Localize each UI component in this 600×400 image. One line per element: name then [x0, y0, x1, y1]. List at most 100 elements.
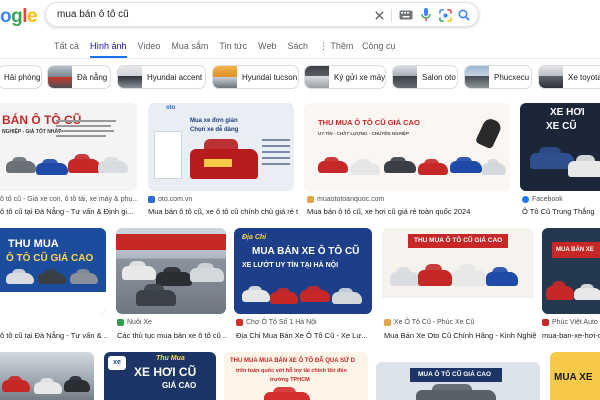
result-image[interactable]: BÁN Ô TÔ CŨ NGHIỆP - GIÁ TỐT NHẤT [0, 103, 137, 191]
result-source[interactable]: Phúc Việt Auto [542, 319, 598, 326]
result-title[interactable]: Địa Chỉ Mua Bán Xe Ô Tô Cũ - Xe Lư... [236, 331, 372, 340]
result-source[interactable]: Nuôi Xe [117, 319, 152, 326]
banner-text: XE HƠI [550, 107, 585, 118]
result-image[interactable]: MUA XE [550, 352, 600, 400]
result-image[interactable] [116, 228, 226, 314]
brand-logo-strip [382, 298, 534, 314]
chip-salon-oto[interactable]: Salon oto [392, 65, 458, 89]
microphone-icon[interactable] [418, 7, 434, 23]
result-image[interactable] [0, 352, 94, 400]
car-graphic [416, 383, 496, 400]
car-graphic [122, 261, 156, 280]
chip-thumbnail [539, 66, 563, 88]
clear-icon[interactable] [371, 7, 387, 23]
chip-hyundai-tucson[interactable]: Hyundai tucson [212, 65, 299, 89]
tools-button[interactable]: Công cụ [362, 40, 396, 52]
result-image[interactable]: MUA BÁN XE [542, 228, 600, 314]
logo-letter: e [27, 6, 38, 27]
banner-text: THU MUA MUA BÁN XE Ô TÔ ĐÃ QUA SỬ D [230, 358, 355, 364]
chip-thumbnail [393, 66, 417, 88]
logo-letter: o [0, 6, 12, 27]
car-graphic [350, 158, 380, 175]
chip-phucxecu[interactable]: Phucxecu [464, 65, 532, 89]
car-graphic [452, 264, 486, 286]
result-title[interactable]: ô tô cũ tại Đà Nẵng - Tư vấn & Định gi..… [0, 207, 137, 216]
car-graphic [242, 285, 270, 302]
source-name: Facebook [532, 196, 563, 203]
xe-logo: xe [108, 356, 126, 370]
result-title[interactable]: Ô Tô Cũ Trung Thắng [522, 207, 600, 216]
car-graphic [384, 156, 416, 173]
tab-images[interactable]: Hình ảnh [90, 40, 127, 58]
result-title[interactable]: Các thủ tục mua bán xe ô tô cũ ... [117, 331, 227, 340]
result-image[interactable]: THU MUA Ô TÔ CŨ GIÁ CAO UY TÍN - CHẤT LƯ… [304, 103, 510, 191]
tab-more[interactable]: ⋮ Thêm [319, 40, 353, 58]
result-source[interactable]: ô tô cũ - Giá xe con, ô tô tải, xe máy &… [0, 196, 138, 203]
result-source[interactable]: Xe Ô Tô Cũ - Phúc Xe Cũ [384, 319, 474, 326]
lens-icon[interactable] [437, 7, 453, 23]
chip-label: Phucxecu [494, 72, 530, 82]
tab-news[interactable]: Tin tức [219, 40, 247, 58]
search-box[interactable]: mua bán ô tô cũ [45, 2, 479, 27]
tab-video[interactable]: Video [138, 40, 161, 58]
chip-hai-phong[interactable]: Hải phòng [0, 65, 42, 89]
banner-text: Thu Mua [156, 355, 185, 362]
chip-thumbnail [48, 66, 72, 88]
result-title[interactable]: Mua Bán Xe Oto Cũ Chính Hãng - Kinh Nghi… [384, 331, 536, 340]
chip-label: Salon oto [422, 72, 456, 82]
result-image[interactable]: THU MUA Ô TÔ CŨ GIÁ CAO [382, 228, 534, 314]
result-image[interactable]: XE HƠI XE CŨ [520, 103, 600, 191]
tab-books[interactable]: Sách [287, 40, 308, 58]
facebook-icon [522, 196, 529, 203]
keyboard-icon[interactable] [398, 7, 414, 23]
chip-thumbnail [305, 66, 329, 88]
car-graphic [190, 263, 224, 282]
car-graphic [64, 375, 90, 392]
result-image[interactable]: THU MUA Ô TÔ CŨ GIÁ CAO [0, 228, 106, 314]
source-name: Phúc Việt Auto [552, 319, 598, 326]
banner-text: MUA Ô TÔ CŨ GIÁ CAO [418, 371, 492, 378]
banner-text: THU MUA Ô TÔ CŨ GIÁ CAO [414, 237, 503, 244]
car-graphic [418, 264, 452, 286]
result-source[interactable]: muaototoanquoc.com [307, 196, 384, 203]
car-graphic [390, 267, 420, 286]
result-title[interactable]: mua-ban-xe-hơi-cũ [542, 331, 600, 340]
result-source[interactable]: Facebook [522, 196, 563, 203]
banner-text: THU MUA [8, 238, 59, 250]
result-source[interactable]: oto.com.vn [148, 196, 192, 203]
tab-shopping[interactable]: Mua sắm [171, 40, 208, 58]
brand-logo-strip [0, 292, 106, 314]
result-image[interactable]: oto Mua xe đơn giản Chọn xe dễ dàng [148, 103, 294, 191]
source-name: oto.com.vn [158, 196, 193, 203]
tab-all[interactable]: Tất cả [54, 40, 79, 58]
result-title[interactable]: Mua bán ô tô cũ, xe hơi cũ giá rẻ toàn q… [307, 207, 507, 216]
chip-hyundai-accent[interactable]: Hyundai accent [117, 65, 206, 89]
source-favicon [117, 319, 124, 326]
chip-xe-toyota[interactable]: Xe toyota [538, 65, 600, 89]
chip-label: Hyundai tucson [242, 72, 298, 82]
source-favicon [384, 319, 391, 326]
banner-text: GIÁ CAO [162, 381, 197, 390]
car-graphic [6, 156, 36, 173]
chip-label: Ký gửi xe máy [334, 72, 386, 82]
search-input[interactable]: mua bán ô tô cũ [57, 9, 129, 20]
chip-da-nang[interactable]: Đà nẵng [47, 65, 111, 89]
car-graphic [574, 283, 600, 300]
result-image[interactable]: xe Thu Mua XE HƠI CŨ GIÁ CAO [104, 352, 216, 400]
result-image[interactable]: THU MUA MUA BÁN XE Ô TÔ ĐÃ QUA SỬ D trên… [224, 352, 368, 400]
tab-web[interactable]: Web [258, 40, 276, 58]
search-tabs: Tất cả Hình ảnh Video Mua sắm Tin tức We… [54, 40, 364, 58]
result-title[interactable]: Mua bán ô tô cũ, xe ô tô cũ chính chủ gi… [148, 207, 298, 216]
banner-text: XE HƠI CŨ [134, 365, 197, 379]
google-logo[interactable]: ogle [0, 6, 38, 27]
source-name: Nuôi Xe [127, 319, 152, 326]
result-image[interactable]: Địa Chỉ MUA BÁN XE Ô TÔ CŨ XE LƯỚT UY TÍ… [234, 228, 372, 314]
source-name: Chợ Ô Tô Số 1 Hà Nội [246, 319, 317, 326]
search-icon[interactable] [456, 7, 472, 23]
chip-label: Hyundai accent [147, 72, 203, 82]
chip-ky-gui-xe-may[interactable]: Ký gửi xe máy [304, 65, 386, 89]
source-favicon [148, 196, 155, 203]
result-title[interactable]: ô tô cũ tại Đà Nẵng - Tư vấn & ... [0, 331, 108, 340]
result-source[interactable]: Chợ Ô Tô Số 1 Hà Nội [236, 319, 317, 326]
result-image[interactable]: MUA Ô TÔ CŨ GIÁ CAO [376, 362, 540, 400]
